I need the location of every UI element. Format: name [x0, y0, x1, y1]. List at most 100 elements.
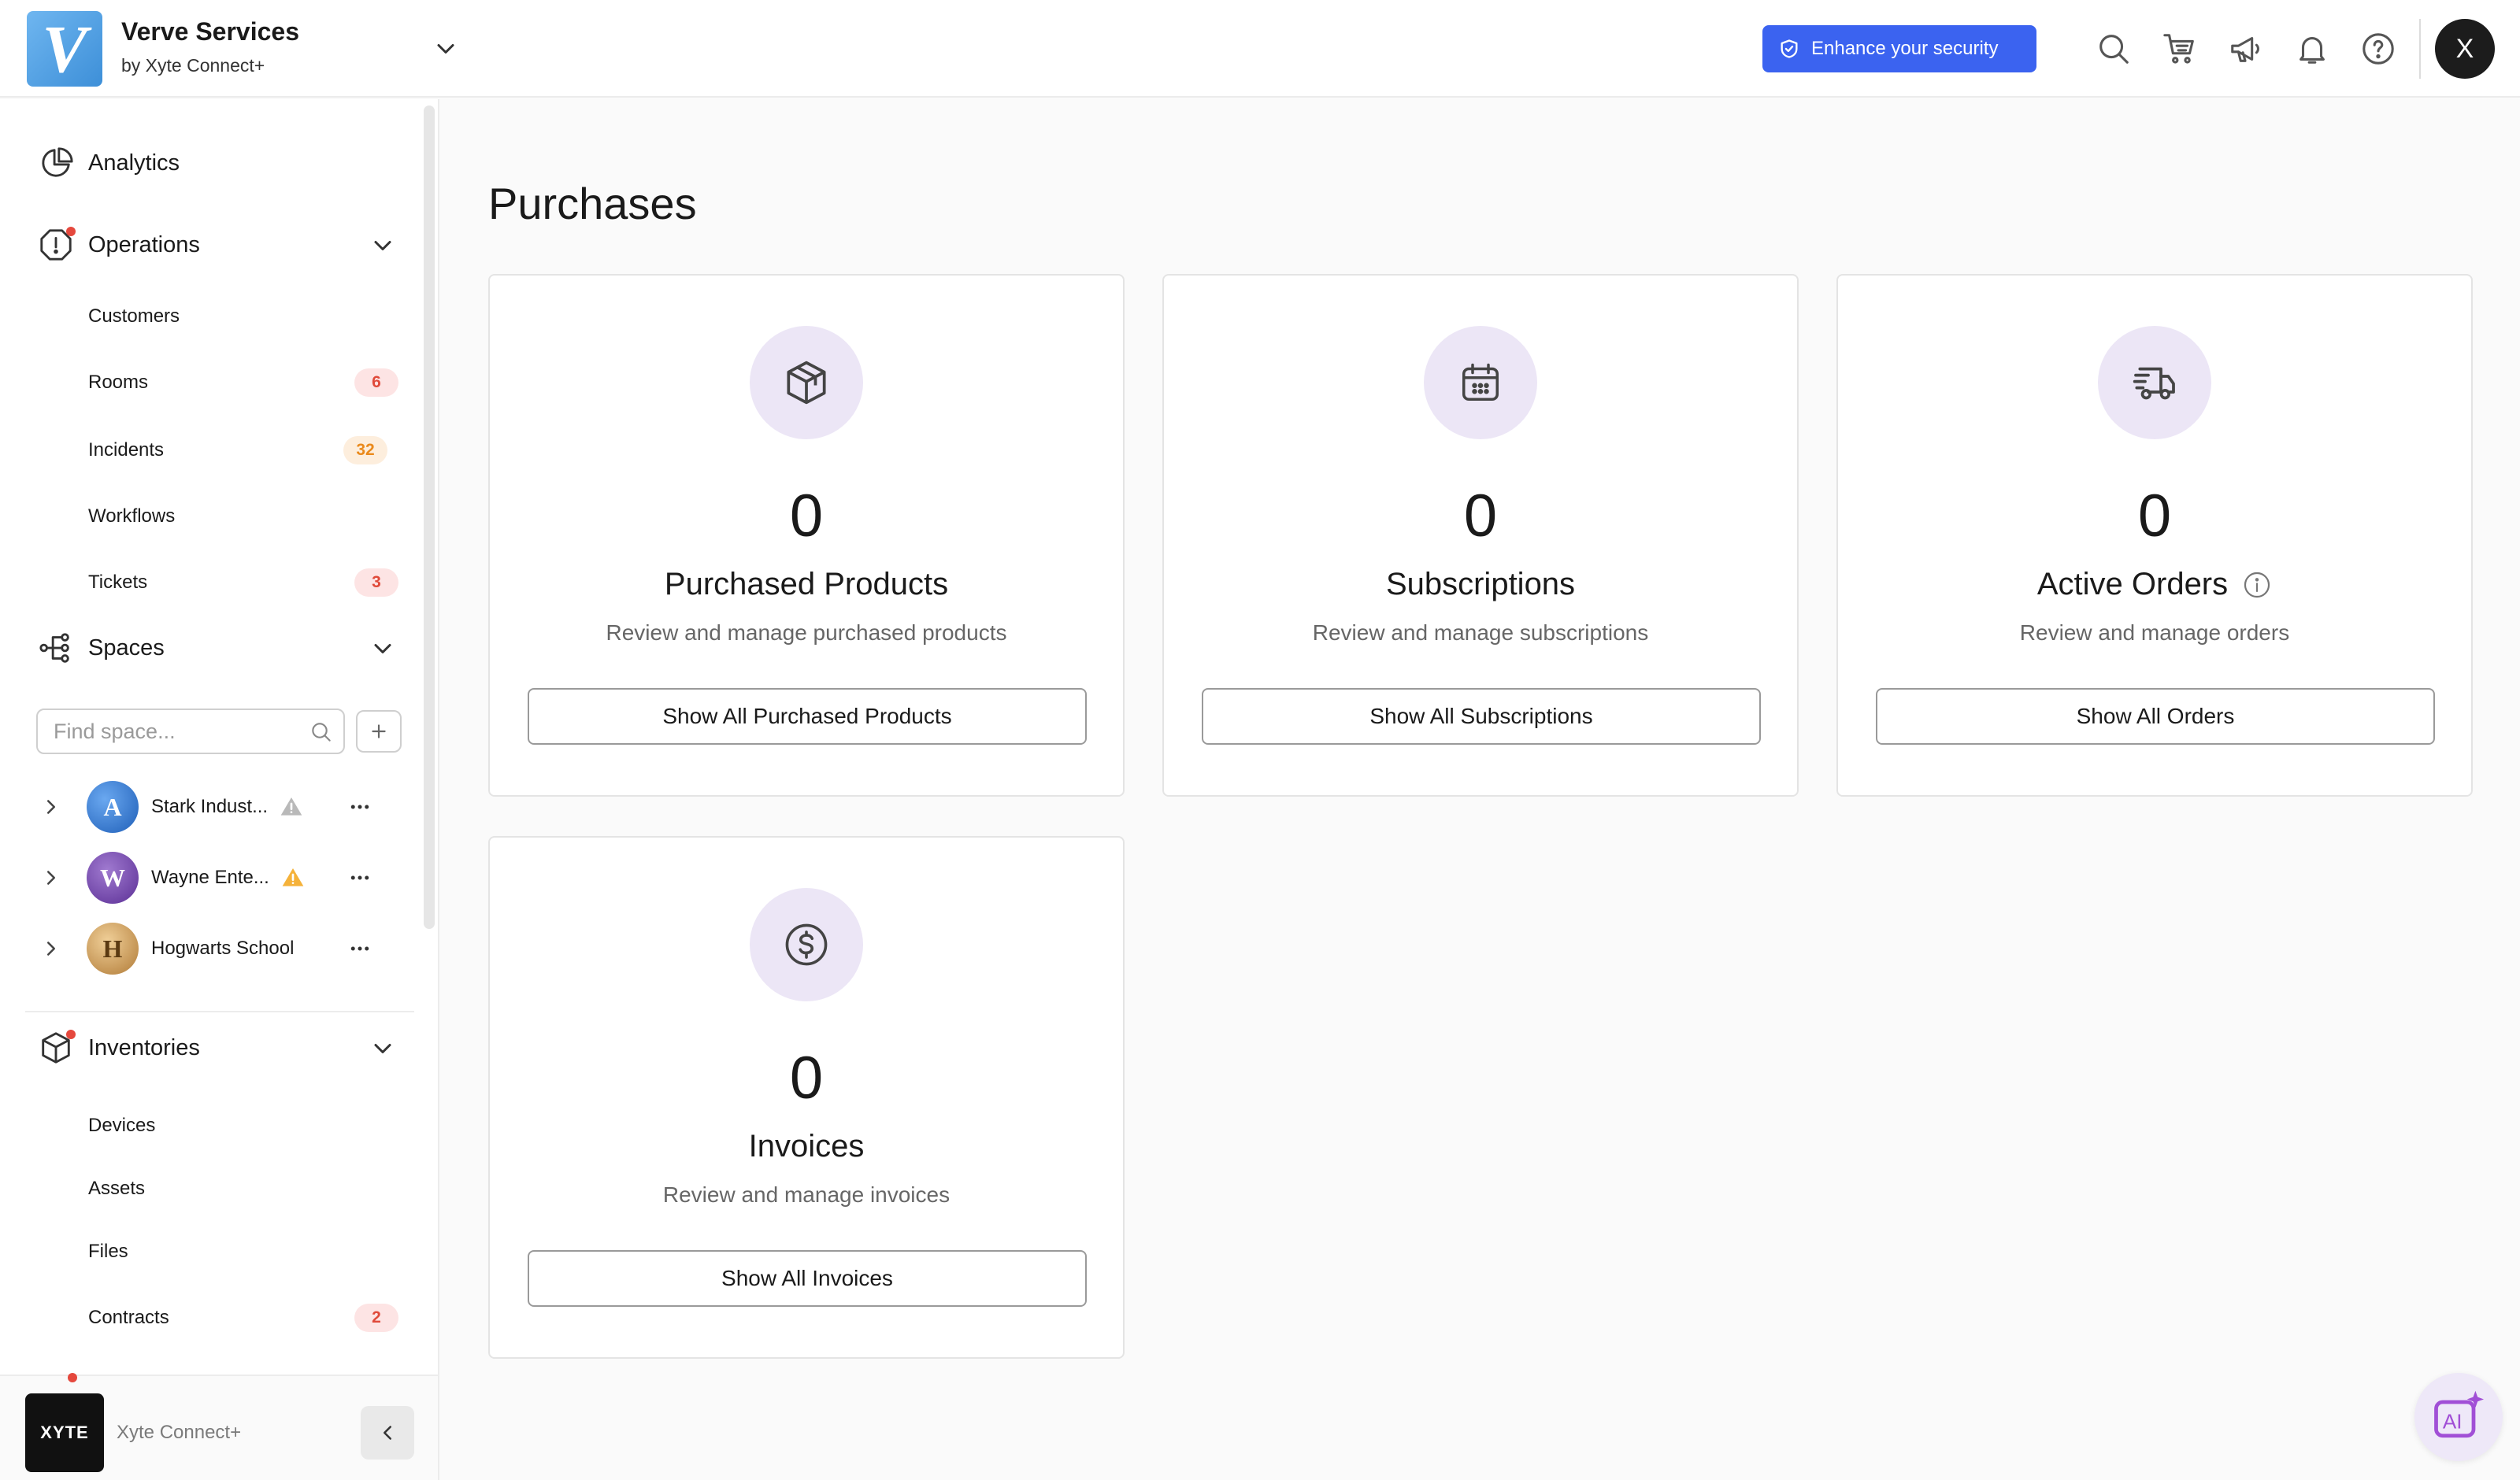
sidebar-scrollbar[interactable] — [424, 105, 435, 929]
sidebar-item-devices[interactable]: Devices — [88, 1115, 155, 1137]
ai-label: AI — [2443, 1409, 2463, 1433]
user-avatar[interactable]: X — [2435, 19, 2495, 79]
inventories-chevron-down-icon[interactable] — [369, 1034, 397, 1063]
sidebar-operations-label: Operations — [88, 231, 200, 257]
rooms-count-badge: 6 — [354, 368, 398, 397]
org-name[interactable]: Verve Services — [121, 17, 299, 46]
show-all-orders-button[interactable]: Show All Orders — [1876, 688, 2435, 745]
space-avatar: A — [87, 781, 139, 833]
inventories-notification-dot — [66, 1030, 76, 1039]
card-invoices: 0 Invoices Review and manage invoices Sh… — [488, 836, 1125, 1359]
search-icon[interactable] — [2095, 30, 2133, 68]
hierarchy-icon — [36, 628, 76, 668]
page-title: Purchases — [488, 179, 697, 228]
invoices-description: Review and manage invoices — [662, 1182, 951, 1207]
search-icon — [312, 723, 331, 742]
xyte-logo-text: XYTE — [40, 1423, 89, 1442]
expand-chevron-right-icon[interactable] — [32, 937, 71, 960]
more-options-icon[interactable] — [346, 795, 373, 819]
add-space-button[interactable] — [356, 710, 402, 753]
active-orders-description: Review and manage orders — [2019, 620, 2290, 645]
invoices-count: 0 — [789, 1045, 824, 1112]
alert-octagon-icon — [36, 225, 76, 265]
subscriptions-description: Review and manage subscriptions — [1312, 620, 1649, 645]
active-orders-count: 0 — [2137, 483, 2172, 549]
topbar-divider — [2419, 19, 2421, 79]
invoices-title: Invoices — [490, 1129, 1123, 1164]
info-icon[interactable] — [2242, 570, 2272, 600]
space-name: Wayne Ente... — [151, 867, 269, 888]
sidebar-item-workflows[interactable]: Workflows — [88, 505, 175, 527]
space-name: Stark Indust... — [151, 796, 269, 817]
ai-sparkle-icon: AI — [2434, 1390, 2485, 1438]
space-item-hogwarts[interactable]: H Hogwarts School — [32, 921, 410, 976]
space-name: Hogwarts School — [151, 938, 295, 959]
sidebar-group-inventories[interactable]: Inventories — [36, 1028, 200, 1067]
sidebar-spaces-label: Spaces — [88, 635, 165, 660]
org-logo[interactable]: V — [27, 11, 102, 87]
spaces-chevron-down-icon[interactable] — [369, 635, 397, 663]
tickets-count-badge: 3 — [354, 568, 398, 597]
operations-chevron-down-icon[interactable] — [369, 231, 397, 260]
collapse-sidebar-button[interactable] — [361, 1406, 414, 1460]
warning-yellow-icon — [282, 868, 304, 886]
more-options-icon[interactable] — [346, 937, 373, 960]
subscriptions-title: Subscriptions — [1164, 567, 1797, 602]
megaphone-icon[interactable] — [2227, 30, 2265, 68]
chevron-left-icon — [384, 1426, 391, 1440]
sidebar: Analytics Operations Customers Rooms 6 I… — [0, 99, 439, 1480]
sidebar-group-operations[interactable]: Operations — [36, 225, 200, 265]
find-space-input[interactable] — [38, 710, 290, 753]
sidebar-item-assets[interactable]: Assets — [88, 1178, 145, 1200]
sidebar-footer: XYTE Xyte Connect+ — [0, 1373, 438, 1480]
help-icon[interactable] — [2359, 30, 2397, 68]
incidents-count-badge: 32 — [343, 436, 387, 464]
invoices-title-text: Invoices — [748, 1129, 865, 1164]
user-avatar-letter: X — [2455, 33, 2474, 64]
sidebar-item-customers[interactable]: Customers — [88, 305, 180, 327]
footer-notification-dot — [68, 1373, 77, 1382]
purchased-products-title: Purchased Products — [490, 567, 1123, 602]
expand-chevron-right-icon[interactable] — [32, 866, 71, 890]
active-orders-title-text: Active Orders — [2036, 567, 2229, 601]
xyte-logo[interactable]: XYTE — [25, 1393, 104, 1472]
find-space-field — [36, 709, 345, 754]
space-item-wayne[interactable]: W Wayne Ente... — [32, 850, 410, 905]
more-options-icon[interactable] — [346, 866, 373, 890]
sidebar-item-files[interactable]: Files — [88, 1241, 128, 1263]
sidebar-analytics-label: Analytics — [88, 150, 180, 176]
show-all-purchased-products-button[interactable]: Show All Purchased Products — [528, 688, 1087, 745]
sidebar-inventories-label: Inventories — [88, 1034, 200, 1060]
expand-chevron-right-icon[interactable] — [32, 795, 71, 819]
warning-grey-icon — [280, 797, 302, 816]
ai-assistant-button[interactable]: AI — [2414, 1373, 2503, 1461]
purchased-products-description: Review and manage purchased products — [606, 620, 1007, 645]
operations-notification-dot — [66, 227, 76, 236]
sidebar-item-rooms[interactable]: Rooms — [88, 372, 148, 394]
enhance-security-button[interactable]: Enhance your security — [1762, 25, 2036, 72]
space-avatar: H — [87, 923, 139, 975]
cube-icon — [36, 1028, 76, 1067]
org-switcher-chevron-icon[interactable] — [432, 35, 460, 63]
active-orders-title: Active Orders — [1838, 567, 2471, 602]
card-subscriptions: 0 Subscriptions Review and manage subscr… — [1162, 274, 1799, 797]
space-item-stark[interactable]: A Stark Indust... — [32, 779, 410, 834]
show-all-invoices-button[interactable]: Show All Invoices — [528, 1250, 1087, 1307]
org-subtitle: by Xyte Connect+ — [121, 55, 265, 76]
sidebar-divider — [25, 1011, 414, 1012]
sidebar-item-analytics[interactable]: Analytics — [36, 143, 180, 183]
dollar-icon — [750, 888, 863, 1001]
cart-icon[interactable] — [2161, 30, 2199, 68]
sidebar-item-contracts[interactable]: Contracts — [88, 1307, 169, 1329]
calendar-icon — [1424, 326, 1537, 439]
show-all-subscriptions-button[interactable]: Show All Subscriptions — [1202, 688, 1761, 745]
plus-icon — [372, 724, 386, 738]
bell-icon[interactable] — [2293, 30, 2331, 68]
org-logo-letter: V — [42, 11, 87, 87]
sidebar-group-spaces[interactable]: Spaces — [36, 628, 165, 668]
subscriptions-title-text: Subscriptions — [1385, 567, 1576, 601]
sidebar-item-tickets[interactable]: Tickets — [88, 572, 147, 594]
sidebar-item-incidents[interactable]: Incidents — [88, 439, 164, 461]
purchased-products-title-text: Purchased Products — [664, 567, 949, 601]
card-active-orders: 0 Active Orders Review and manage orders… — [1836, 274, 2473, 797]
